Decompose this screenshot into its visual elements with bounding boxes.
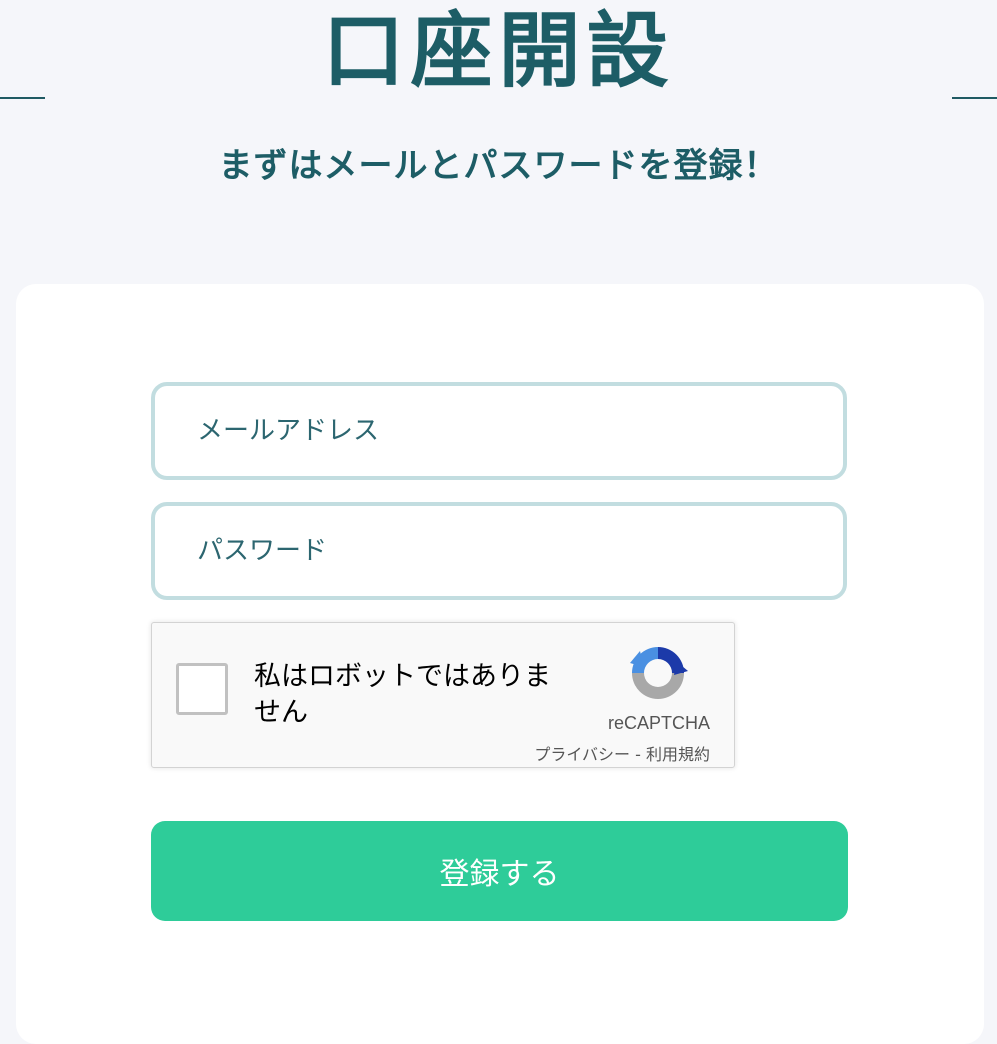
terms-link[interactable]: 利用規約 <box>646 745 710 764</box>
recaptcha-widget: 私はロボットではありません reCAPTCHA プライバシー - 利用規約 <box>151 622 735 768</box>
recaptcha-logo-icon <box>630 647 688 699</box>
email-field[interactable] <box>151 382 847 480</box>
recaptcha-label: 私はロボットではありません <box>254 661 551 728</box>
recaptcha-checkbox[interactable] <box>176 663 228 715</box>
page-subtitle: まずはメールとパスワードを登録！ <box>218 146 779 186</box>
password-field[interactable] <box>151 502 847 600</box>
recaptcha-links: プライバシー - 利用規約 <box>534 741 710 765</box>
privacy-link[interactable]: プライバシー <box>534 745 630 764</box>
link-separator: - <box>630 745 646 764</box>
recaptcha-brand: reCAPTCHA <box>607 713 710 733</box>
page-title: 口座開設 <box>322 4 675 99</box>
register-button[interactable]: 登録する <box>151 821 848 921</box>
